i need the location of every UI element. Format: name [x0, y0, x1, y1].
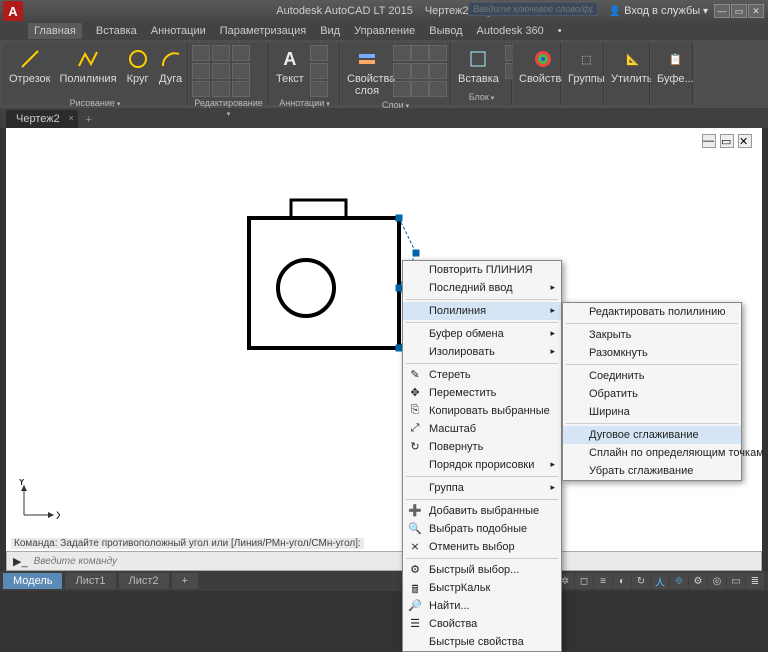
panel-layers[interactable]: Слои: [344, 99, 447, 111]
tab-insert[interactable]: Вставка: [96, 25, 137, 37]
svg-text:X: X: [56, 510, 60, 521]
minimize-button[interactable]: —: [714, 4, 730, 18]
circle-button[interactable]: Круг: [123, 45, 153, 87]
groups-button[interactable]: ⬚Группы: [565, 45, 608, 87]
grip[interactable]: [396, 215, 403, 222]
command-line[interactable]: Команда: Задайте противоположный угол ил…: [6, 551, 762, 571]
menu-item[interactable]: Убрать сглаживание: [563, 462, 741, 480]
tab-view[interactable]: Вид: [320, 25, 340, 37]
status-trans-icon[interactable]: ◐: [613, 573, 631, 589]
panel-block[interactable]: Блок: [455, 91, 508, 103]
tab-add[interactable]: +: [172, 573, 198, 589]
file-tab[interactable]: Чертеж2×: [6, 110, 78, 128]
menu-item[interactable]: Быстрый выбор...⚙: [403, 561, 561, 579]
file-tabs: Чертеж2× +: [0, 108, 768, 128]
menu-item[interactable]: Масштаб⤢: [403, 420, 561, 438]
menu-item[interactable]: Сплайн по определяющим точкам: [563, 444, 741, 462]
ribbon: Отрезок Полилиния Круг Дуга Рисование Ре…: [0, 40, 768, 108]
panel-annot[interactable]: Аннотации: [273, 97, 336, 109]
menu-item[interactable]: Ширина: [563, 403, 741, 421]
menu-item[interactable]: Разомкнуть: [563, 344, 741, 362]
menu-item[interactable]: Буфер обмена: [403, 325, 561, 343]
close-button[interactable]: ✕: [748, 4, 764, 18]
status-custom-icon[interactable]: ≣: [746, 573, 764, 589]
menu-item[interactable]: Найти...🔎: [403, 597, 561, 615]
status-lwt-icon[interactable]: ≡: [594, 573, 612, 589]
status-monitor-icon[interactable]: ◎: [708, 573, 726, 589]
menu-item[interactable]: Редактировать полилинию: [563, 303, 741, 321]
insert-button[interactable]: Вставка: [455, 45, 502, 87]
ucs-icon: X Y: [18, 479, 60, 521]
nav-close-icon[interactable]: ✕: [738, 134, 752, 148]
search-input[interactable]: [468, 2, 598, 16]
menu-item[interactable]: Соединить: [563, 367, 741, 385]
command-input[interactable]: [34, 556, 761, 567]
menu-item[interactable]: Переместить✥: [403, 384, 561, 402]
modify-btn[interactable]: [192, 45, 210, 61]
menu-item[interactable]: Быстрые свойства: [403, 633, 561, 651]
menu-item[interactable]: Группа: [403, 479, 561, 497]
nav-restore-icon[interactable]: ▭: [720, 134, 734, 148]
tab-a360[interactable]: Autodesk 360: [477, 25, 544, 37]
menu-item[interactable]: Последний ввод: [403, 279, 561, 297]
tab-manage[interactable]: Управление: [354, 25, 415, 37]
menu-item[interactable]: Добавить выбранные➕: [403, 502, 561, 520]
status-osnap-icon[interactable]: ◻: [575, 573, 593, 589]
status-annot-icon[interactable]: 人: [651, 573, 669, 589]
app-icon[interactable]: A: [3, 1, 23, 21]
help-search[interactable]: [468, 2, 598, 16]
menu-item[interactable]: Свойства☰: [403, 615, 561, 633]
menu-item[interactable]: Выбрать подобные🔍: [403, 520, 561, 538]
tab-param[interactable]: Параметризация: [220, 25, 306, 37]
signin-link[interactable]: 👤 Вход в службы ▾: [609, 5, 708, 17]
status-clean-icon[interactable]: ▭: [727, 573, 745, 589]
menu-item[interactable]: Полилиния: [403, 302, 561, 320]
title-bar: A Autodesk AutoCAD LT 2015 Чертеж2.dwg 👤…: [0, 0, 768, 22]
new-tab-button[interactable]: +: [81, 112, 97, 128]
status-ws-icon[interactable]: ⚙: [689, 573, 707, 589]
grip[interactable]: [413, 250, 420, 257]
menu-item[interactable]: Обратить: [563, 385, 741, 403]
close-tab-icon[interactable]: ×: [68, 113, 73, 123]
svg-text:Y: Y: [18, 479, 26, 488]
status-scale-icon[interactable]: ⟐: [670, 573, 688, 589]
command-history: Команда: Задайте противоположный угол ил…: [11, 538, 364, 549]
tab-annot[interactable]: Аннотации: [151, 25, 206, 37]
text-button[interactable]: AТекст: [273, 45, 307, 87]
menu-item[interactable]: Повернуть↻: [403, 438, 561, 456]
arc-button[interactable]: Дуга: [156, 45, 186, 87]
app-title: Autodesk AutoCAD LT 2015: [276, 5, 413, 17]
menu-item[interactable]: Отменить выбор⨯: [403, 538, 561, 556]
tab-model[interactable]: Модель: [3, 573, 62, 589]
tab-output[interactable]: Вывод: [429, 25, 462, 37]
nav-minimize-icon[interactable]: —: [702, 134, 716, 148]
menu-item[interactable]: БыстрКальк🖩: [403, 579, 561, 597]
menu-item[interactable]: Изолировать: [403, 343, 561, 361]
tab-more[interactable]: •: [558, 25, 562, 37]
status-bar: Модель Лист1 Лист2 + ▦ ┼ ⊞ ∟ ✲ ◻ ≡ ◐ ↻ 人…: [0, 571, 768, 591]
menu-item[interactable]: Стереть✎: [403, 366, 561, 384]
maximize-button[interactable]: ▭: [731, 4, 747, 18]
menu-item[interactable]: Закрыть: [563, 326, 741, 344]
clipboard-button[interactable]: 📋Буфе...: [654, 45, 697, 87]
tab-home[interactable]: Главная: [28, 23, 82, 39]
status-cycle-icon[interactable]: ↻: [632, 573, 650, 589]
menu-item[interactable]: Дуговое сглаживание: [563, 426, 741, 444]
panel-modify[interactable]: Редактирование: [192, 97, 265, 119]
menu-item[interactable]: Копировать выбранные⎘: [403, 402, 561, 420]
ribbon-tabs: Главная Вставка Аннотации Параметризация…: [0, 22, 768, 40]
context-menu[interactable]: Повторить ПЛИНИЯПоследний ввод Полилиния Б…: [402, 260, 562, 652]
line-button[interactable]: Отрезок: [6, 45, 53, 87]
polyline-button[interactable]: Полилиния: [56, 45, 119, 87]
menu-item[interactable]: Повторить ПЛИНИЯ: [403, 261, 561, 279]
context-submenu[interactable]: Редактировать полилинию ЗакрытьРазомкнуть…: [562, 302, 742, 481]
menu-item[interactable]: Порядок прорисовки: [403, 456, 561, 474]
tab-layout2[interactable]: Лист2: [119, 573, 169, 589]
tab-layout1[interactable]: Лист1: [65, 573, 115, 589]
layerprops-button[interactable]: Свойства слоя: [344, 45, 390, 99]
panel-draw[interactable]: Рисование: [6, 97, 184, 109]
